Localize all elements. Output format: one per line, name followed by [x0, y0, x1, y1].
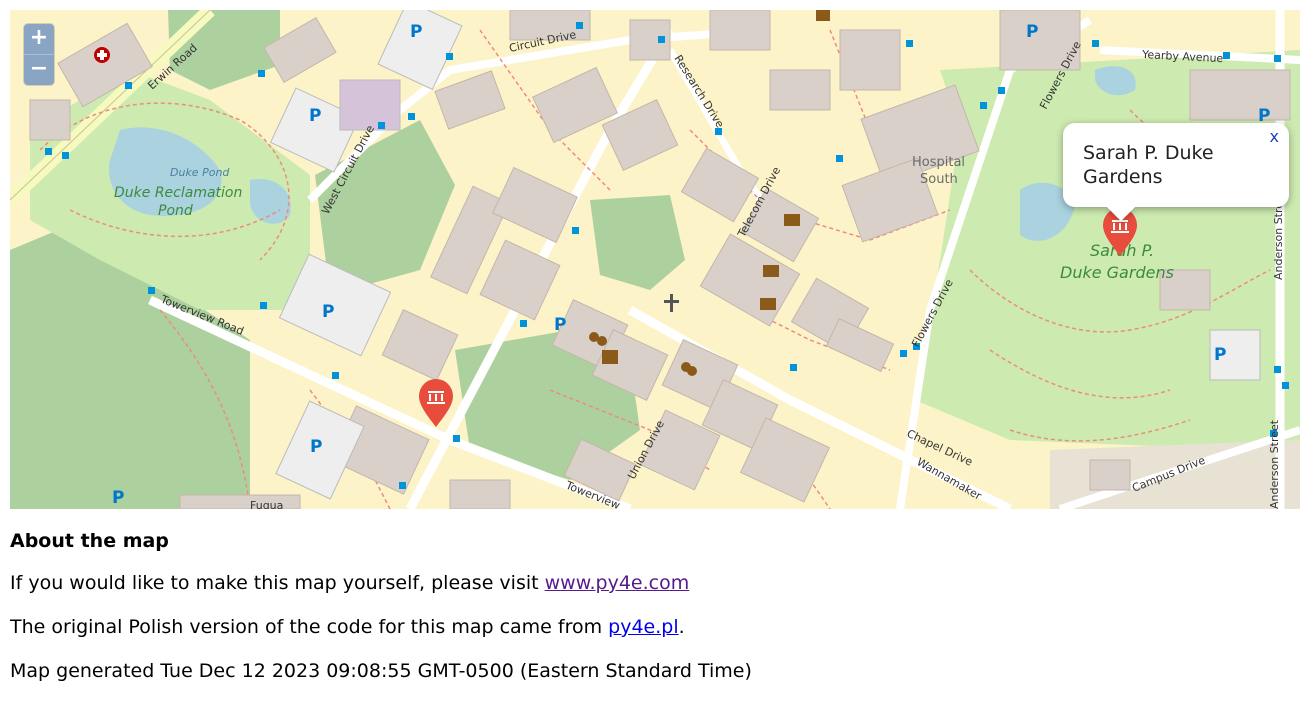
about-section: About the map If you would like to make … [10, 528, 752, 702]
marker-popup: Sarah P. Duke Gardens x [1063, 123, 1289, 222]
label-anderson-street-bottom: Anderson Street [1268, 419, 1281, 509]
parking-icon: P [310, 437, 322, 457]
zoom-in-button[interactable]: + [24, 24, 54, 54]
py4e-pl-link[interactable]: py4e.pl [608, 616, 678, 638]
label-duke-reclamation-2: Pond [158, 203, 193, 219]
zoom-control: + − [24, 24, 54, 85]
label-duke-pond: Duke Pond [170, 166, 230, 179]
map-tiles[interactable]: Erwin Road Circuit Drive Research Drive … [10, 10, 1300, 509]
parking-icon: P [322, 302, 334, 322]
parking-icon: P [554, 315, 566, 335]
map-view[interactable]: Erwin Road Circuit Drive Research Drive … [10, 10, 1300, 509]
visit-line: If you would like to make this map yours… [10, 570, 752, 596]
label-gardens-2: Duke Gardens [1060, 263, 1174, 282]
label-hospital-2: South [920, 172, 958, 187]
parking-icon: P [1214, 345, 1226, 365]
hospital-icon [94, 47, 110, 63]
parking-icon: P [309, 106, 321, 126]
parking-icon: P [1026, 22, 1038, 42]
parking-icon: P [410, 22, 422, 42]
generated-line: Map generated Tue Dec 12 2023 09:08:55 G… [10, 660, 752, 682]
popup-text: Sarah P. Duke Gardens [1083, 142, 1214, 188]
origin-line: The original Polish version of the code … [10, 614, 752, 640]
parking-icon: P [112, 488, 124, 508]
origin-period: . [678, 616, 685, 638]
label-duke-reclamation-1: Duke Reclamation [114, 185, 242, 201]
origin-text: The original Polish version of the code … [10, 616, 609, 638]
about-heading: About the map [10, 530, 169, 552]
zoom-out-button[interactable]: − [24, 54, 54, 85]
label-hospital-1: Hospital [912, 155, 965, 170]
popup-close-button[interactable]: x [1270, 127, 1279, 146]
label-fuqua: Fuqua [250, 499, 283, 509]
visit-text: If you would like to make this map yours… [10, 572, 545, 594]
py4e-com-link[interactable]: www.py4e.com [545, 572, 690, 594]
